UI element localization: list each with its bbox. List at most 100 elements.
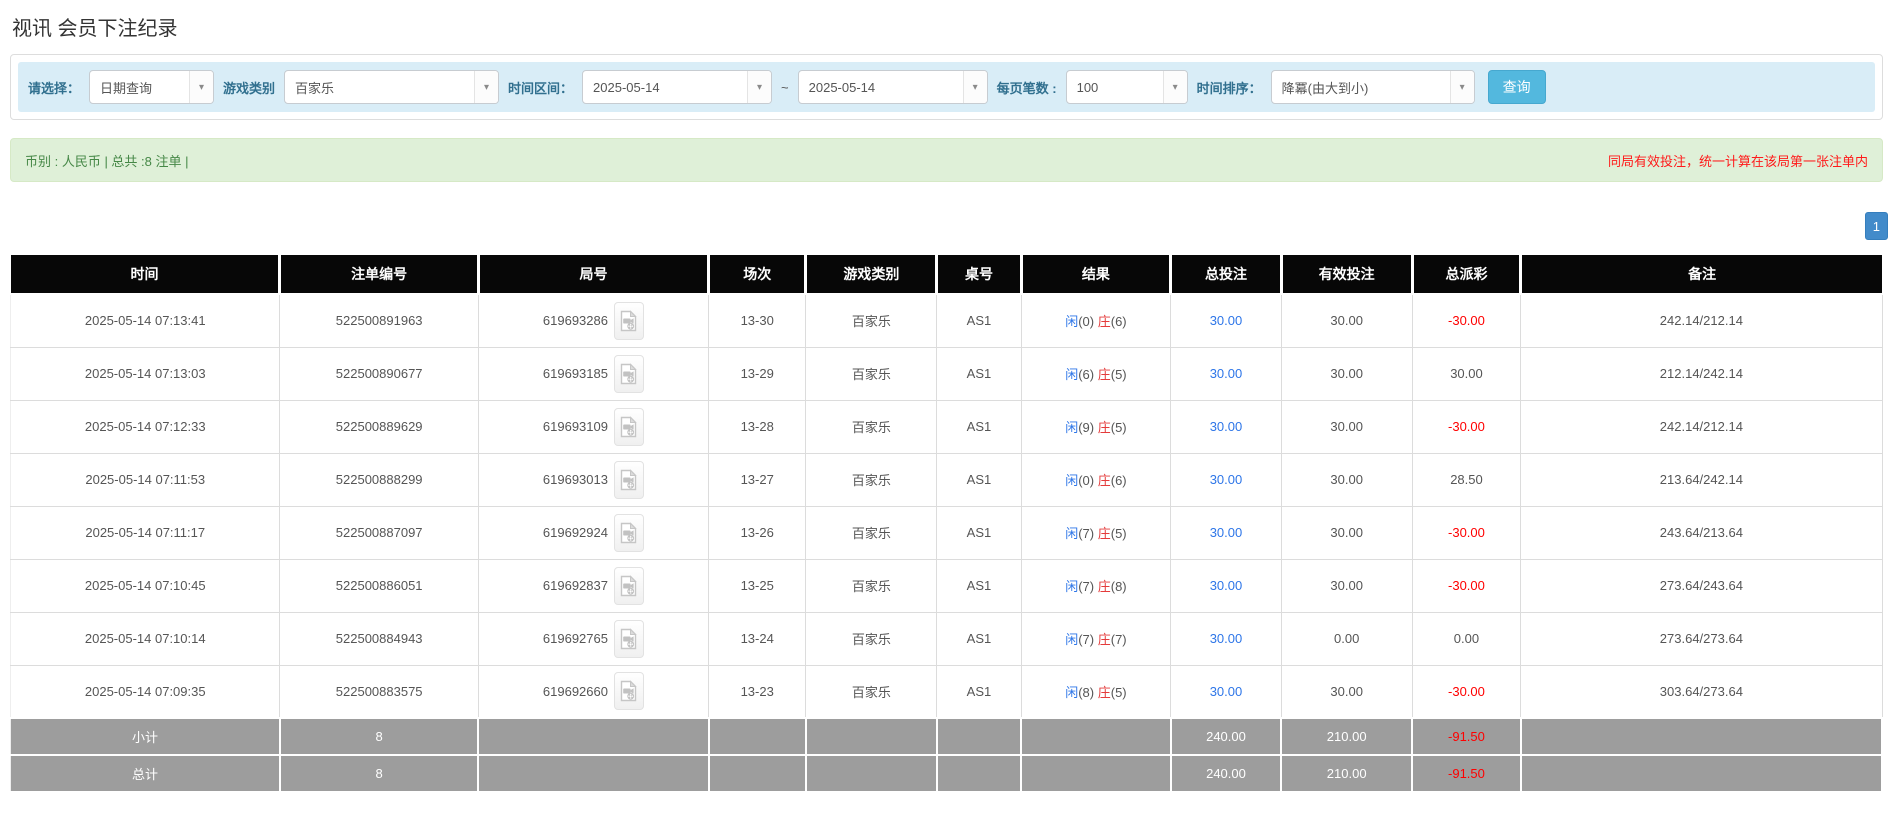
cell-remark: 243.64/213.64 bbox=[1520, 505, 1883, 560]
total-bet-link[interactable]: 30.00 bbox=[1210, 419, 1243, 434]
cell-table-no: AS1 bbox=[936, 293, 1022, 348]
video-file-icon bbox=[621, 680, 638, 702]
table-row: 2025-05-14 07:13:41 522500891963 6196932… bbox=[9, 293, 1883, 348]
date-from-select[interactable]: 2025-05-14 ▾ bbox=[582, 70, 773, 104]
cell-total-bet: 30.00 bbox=[1170, 611, 1282, 666]
cell-valid-bet: 30.00 bbox=[1280, 346, 1413, 401]
cell-table-no: AS1 bbox=[936, 346, 1022, 401]
payout-value: 28.50 bbox=[1450, 472, 1483, 487]
totals-count: 8 bbox=[278, 717, 480, 756]
chevron-down-icon[interactable]: ▾ bbox=[1449, 71, 1474, 103]
video-replay-button[interactable] bbox=[613, 566, 644, 605]
video-replay-button[interactable] bbox=[613, 407, 644, 446]
cell-time: 2025-05-14 07:12:33 bbox=[9, 399, 281, 454]
sort-select[interactable]: 降冪(由大到小) ▾ bbox=[1270, 70, 1475, 104]
cell-round-id: 619693013 bbox=[477, 452, 710, 507]
round-number: 619693286 bbox=[542, 313, 608, 329]
cell-time: 2025-05-14 07:11:53 bbox=[9, 452, 281, 507]
cell-session: 13-23 bbox=[708, 664, 807, 719]
game-type-label: 游戏类别 bbox=[223, 80, 276, 96]
round-number: 619692924 bbox=[542, 525, 608, 540]
cell-payout: -30.00 bbox=[1411, 558, 1522, 613]
result-banker-value: (5) bbox=[1110, 367, 1127, 382]
video-file-icon bbox=[621, 627, 638, 649]
cell-total-bet: 30.00 bbox=[1170, 452, 1282, 507]
result-player-value: (7) bbox=[1078, 632, 1095, 647]
totals-valid-bet: 210.00 bbox=[1280, 717, 1414, 756]
video-replay-button[interactable] bbox=[613, 672, 644, 711]
total-bet-link[interactable]: 30.00 bbox=[1210, 525, 1243, 540]
cell-total-bet: 30.00 bbox=[1170, 664, 1282, 719]
cell-bet-id: 522500891963 bbox=[279, 293, 479, 348]
filter-panel: 请选择： 日期查询 ▾ 游戏类别 百家乐 ▾ 时间区间： 2025-05-14 … bbox=[10, 54, 1883, 120]
total-bet-link[interactable]: 30.00 bbox=[1210, 631, 1243, 646]
cell-time: 2025-05-14 07:09:35 bbox=[9, 664, 281, 719]
cell-bet-id: 522500888299 bbox=[279, 452, 479, 507]
cell-total-bet: 30.00 bbox=[1170, 399, 1282, 454]
video-replay-button[interactable] bbox=[613, 460, 644, 499]
totals-row: 总计 8 240.00 210.00 -91.50 bbox=[9, 754, 1884, 793]
totals-row: 小计 8 240.00 210.00 -91.50 bbox=[9, 717, 1884, 756]
totals-label: 总计 bbox=[9, 754, 281, 793]
cell-payout: -30.00 bbox=[1411, 505, 1522, 560]
video-file-icon bbox=[621, 521, 638, 543]
query-type-select[interactable]: 日期查询 ▾ bbox=[89, 70, 215, 104]
table-row: 2025-05-14 07:10:14 522500884943 6196927… bbox=[9, 611, 1883, 666]
cell-result: 闲(7) 庄(8) bbox=[1020, 558, 1172, 613]
payout-value: -30.00 bbox=[1448, 419, 1485, 434]
currency-summary-text: 币别 : 人民币 | 总共 :8 注单 | bbox=[25, 153, 189, 169]
video-replay-button[interactable] bbox=[613, 301, 644, 340]
cell-session: 13-28 bbox=[708, 399, 807, 454]
round-number: 619692660 bbox=[542, 683, 608, 699]
cell-remark: 212.14/242.14 bbox=[1520, 346, 1883, 401]
cell-bet-id: 522500883575 bbox=[279, 664, 479, 719]
chevron-down-icon[interactable]: ▾ bbox=[962, 71, 987, 103]
video-replay-button[interactable] bbox=[613, 619, 644, 658]
payout-value: -30.00 bbox=[1448, 683, 1485, 699]
total-bet-link[interactable]: 30.00 bbox=[1210, 684, 1243, 699]
chevron-down-icon[interactable]: ▾ bbox=[189, 71, 214, 103]
table-row: 2025-05-14 07:11:17 522500887097 6196929… bbox=[9, 505, 1883, 560]
cell-time: 2025-05-14 07:13:03 bbox=[9, 346, 281, 401]
total-bet-link[interactable]: 30.00 bbox=[1210, 313, 1243, 328]
time-range-label: 时间区间： bbox=[508, 80, 574, 96]
video-replay-button[interactable] bbox=[613, 354, 644, 393]
totals-count: 8 bbox=[278, 754, 480, 793]
cell-result: 闲(0) 庄(6) bbox=[1020, 293, 1172, 348]
video-replay-button[interactable] bbox=[613, 513, 644, 552]
cell-table-no: AS1 bbox=[936, 505, 1022, 560]
cell-time: 2025-05-14 07:13:41 bbox=[9, 293, 281, 348]
total-bet-link[interactable]: 30.00 bbox=[1210, 366, 1243, 381]
cell-game-type: 百家乐 bbox=[805, 664, 938, 719]
table-row: 2025-05-14 07:10:45 522500886051 6196928… bbox=[9, 558, 1883, 613]
search-button[interactable]: 查询 bbox=[1487, 70, 1546, 104]
totals-valid-bet: 210.00 bbox=[1280, 754, 1414, 793]
cell-round-id: 619692837 bbox=[477, 558, 710, 613]
cell-game-type: 百家乐 bbox=[805, 505, 938, 560]
cell-round-id: 619693286 bbox=[477, 293, 710, 348]
chevron-down-icon[interactable]: ▾ bbox=[474, 71, 499, 103]
cell-round-id: 619693109 bbox=[477, 399, 710, 454]
page-title: 视讯 会员下注纪录 bbox=[12, 18, 178, 40]
round-number: 619693013 bbox=[542, 472, 608, 487]
result-banker-label: 庄 bbox=[1097, 314, 1111, 330]
chevron-down-icon[interactable]: ▾ bbox=[1162, 71, 1187, 103]
result-banker-value: (6) bbox=[1110, 314, 1127, 330]
pagination-page-1[interactable]: 1 bbox=[1864, 212, 1888, 240]
game-type-select[interactable]: 百家乐 ▾ bbox=[284, 70, 500, 104]
cell-session: 13-27 bbox=[708, 452, 807, 507]
cell-valid-bet: 30.00 bbox=[1280, 664, 1413, 719]
page-size-select[interactable]: 100 ▾ bbox=[1065, 70, 1188, 104]
cell-time: 2025-05-14 07:10:45 bbox=[9, 558, 281, 613]
chevron-down-icon[interactable]: ▾ bbox=[747, 71, 772, 103]
total-bet-link[interactable]: 30.00 bbox=[1210, 578, 1243, 593]
video-file-icon bbox=[621, 415, 638, 437]
query-type-label: 请选择： bbox=[28, 80, 81, 96]
cell-result: 闲(6) 庄(5) bbox=[1020, 346, 1172, 401]
sort-label: 时间排序： bbox=[1196, 80, 1262, 96]
range-separator: ~ bbox=[781, 79, 789, 95]
date-to-select[interactable]: 2025-05-14 ▾ bbox=[797, 70, 988, 104]
total-bet-link[interactable]: 30.00 bbox=[1210, 472, 1243, 487]
cell-session: 13-26 bbox=[708, 505, 807, 560]
table-row: 2025-05-14 07:11:53 522500888299 6196930… bbox=[9, 452, 1883, 507]
